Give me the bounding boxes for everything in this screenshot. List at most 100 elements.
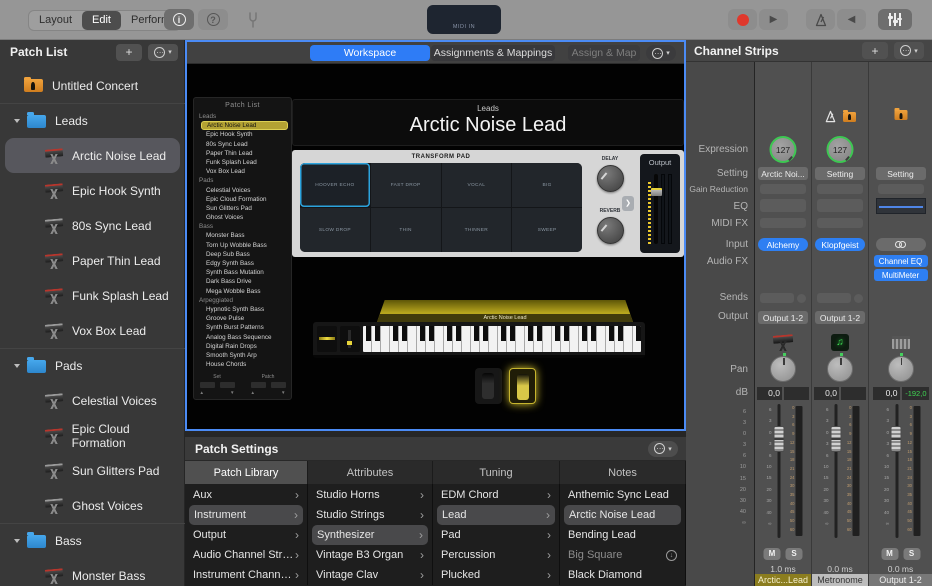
tab-assignments-mappings[interactable]: Assignments & Mappings <box>431 45 555 61</box>
library-item[interactable]: Bending Lead›↓ <box>560 525 685 545</box>
master-mute-button[interactable]: ◀ <box>837 9 866 30</box>
onscreen-patch-entry[interactable]: Hypnotic Synth Bass <box>194 305 291 314</box>
set-up-arrow-icon[interactable]: ▲ <box>200 390 204 395</box>
set-down-arrow-icon[interactable]: ▼ <box>230 390 234 395</box>
onscreen-patch-entry[interactable]: Digital Rain Drops <box>194 342 291 351</box>
patch-list-row[interactable]: Bass <box>0 523 185 558</box>
pitch-wheel[interactable] <box>317 326 337 352</box>
help-button[interactable]: ? <box>198 9 228 30</box>
record-button[interactable] <box>728 9 757 30</box>
set-button-a[interactable] <box>200 382 215 388</box>
disclosure-triangle-icon[interactable] <box>14 539 20 543</box>
tab-workspace[interactable]: Workspace <box>310 45 430 61</box>
transform-pad-cell[interactable]: THINNER <box>442 208 512 252</box>
library-item[interactable]: Vintage Clav›↓ <box>308 565 432 585</box>
patch-list-row[interactable]: Sun Glitters Pad <box>0 453 185 488</box>
library-item[interactable]: Plucked›↓ <box>433 565 559 585</box>
tuner-button[interactable] <box>238 9 268 30</box>
patch-list-row[interactable]: Vox Box Lead <box>0 313 185 348</box>
onscreen-patch-entry[interactable]: Arpeggiated <box>194 296 291 305</box>
output-fader[interactable] <box>654 174 658 244</box>
library-item[interactable]: Instrument›↓ <box>189 505 303 525</box>
workspace-action-menu-button[interactable]: ▾ <box>646 45 676 61</box>
play-button[interactable]: ▶ <box>759 9 788 30</box>
library-item[interactable]: EDM Chord›↓ <box>433 485 559 505</box>
onscreen-patch-entry[interactable]: Arctic Noise Lead <box>201 121 288 130</box>
onscreen-patch-entry[interactable]: Dark Bass Drive <box>194 277 291 286</box>
patch-list-row[interactable]: Epic Hook Synth <box>0 173 185 208</box>
add-patch-button[interactable]: + <box>116 44 142 61</box>
onscreen-patch-entry[interactable]: Leads <box>194 112 291 121</box>
library-item[interactable]: Black Diamond›↓ <box>560 565 685 585</box>
strip-name[interactable]: Arctic...Lead <box>755 574 811 586</box>
delay-knob[interactable] <box>597 165 624 192</box>
onscreen-patch-entry[interactable]: Sun Glitters Pad <box>194 204 291 213</box>
expression-knob[interactable]: 127 <box>827 136 854 163</box>
onscreen-patch-entry[interactable]: House Chords <box>194 360 291 369</box>
patch-list-row[interactable]: Epic Cloud Formation <box>0 418 185 453</box>
disclosure-triangle-icon[interactable] <box>14 364 20 368</box>
eq-thumbnail[interactable] <box>876 198 926 214</box>
library-item[interactable]: Output›↓ <box>185 525 307 545</box>
transform-pad-cell[interactable]: BIG <box>512 163 582 207</box>
onscreen-patch-entry[interactable]: Pads <box>194 176 291 185</box>
piano-keys[interactable] <box>363 326 641 352</box>
patch-list-row[interactable]: Monster Bass <box>0 558 185 586</box>
audio-fx-channel-eq-button[interactable]: Channel EQ <box>874 255 928 267</box>
sends-slot[interactable] <box>760 293 806 303</box>
fader-track[interactable] <box>773 404 785 538</box>
fader-track[interactable] <box>830 404 842 538</box>
transform-pad-cell[interactable]: THIN <box>371 208 441 252</box>
patch-list-row[interactable]: Paper Thin Lead <box>0 243 185 278</box>
mute-button[interactable]: M <box>881 548 898 560</box>
library-item[interactable]: Synthesizer›↓ <box>312 525 428 545</box>
db-value[interactable]: 0,0 <box>814 387 839 400</box>
library-item[interactable]: Studio Horns›↓ <box>308 485 432 505</box>
mute-button[interactable]: M <box>764 548 781 560</box>
db-value[interactable]: 0,0 <box>873 387 900 400</box>
disclosure-triangle-icon[interactable] <box>14 119 20 123</box>
patch-list-row[interactable]: Ghost Voices <box>0 488 185 523</box>
pedal-1[interactable] <box>475 368 502 404</box>
set-button-b[interactable] <box>220 382 235 388</box>
eq-slot[interactable] <box>817 199 863 212</box>
onscreen-patch-entry[interactable]: Paper Thin Lead <box>194 149 291 158</box>
edit-mode-button[interactable]: Edit <box>82 11 121 30</box>
onscreen-patch-entry[interactable]: Mega Wobble Bass <box>194 287 291 296</box>
layout-mode-button[interactable]: Layout <box>29 11 82 30</box>
onscreen-patch-entry[interactable]: Epic Hook Synth <box>194 130 291 139</box>
setting-button[interactable]: Arctic Noi... <box>758 167 808 180</box>
onscreen-patch-entry[interactable]: Torn Up Wobble Bass <box>194 241 291 250</box>
onscreen-patch-entry[interactable]: 80s Sync Lead <box>194 140 291 149</box>
fader-cap[interactable] <box>773 426 784 452</box>
onscreen-patch-entry[interactable]: Synth Burst Patterns <box>194 323 291 332</box>
onscreen-patch-entry[interactable]: Monster Bass <box>194 231 291 240</box>
library-item[interactable]: Arctic Noise Lead›↓ <box>564 505 681 525</box>
solo-button[interactable]: S <box>786 548 803 560</box>
transform-pad-cell[interactable]: SWEEP <box>512 208 582 252</box>
gain-reduction-slot[interactable] <box>817 184 863 194</box>
midi-fx-slot[interactable] <box>817 218 863 228</box>
metronome-button[interactable] <box>806 9 835 30</box>
transform-pad-cell[interactable]: SLOW DROP <box>300 208 370 252</box>
onscreen-patch-entry[interactable]: Funk Splash Lead <box>194 158 291 167</box>
input-plugin-button[interactable]: Alchemy <box>758 238 808 251</box>
setting-button[interactable]: Setting <box>815 167 865 180</box>
patch-up-arrow-icon[interactable]: ▲ <box>251 390 255 395</box>
patch-button-b[interactable] <box>271 382 286 388</box>
setting-button[interactable]: Setting <box>876 167 926 180</box>
gain-reduction-slot[interactable] <box>878 184 924 194</box>
strip-name[interactable]: Metronome <box>812 574 868 586</box>
onscreen-patch-entry[interactable]: Ghost Voices <box>194 213 291 222</box>
tab-notes[interactable]: Notes <box>560 461 686 484</box>
sends-slot[interactable] <box>817 293 863 303</box>
mod-wheel[interactable] <box>340 326 360 352</box>
next-page-button[interactable]: ❯ <box>622 196 634 211</box>
pan-knob[interactable] <box>827 356 853 382</box>
library-item[interactable]: Aux›↓ <box>185 485 307 505</box>
library-item[interactable]: Studio Strings›↓ <box>308 505 432 525</box>
fader-track[interactable] <box>890 404 902 538</box>
onscreen-patch-entry[interactable]: Deep Sub Bass <box>194 250 291 259</box>
patch-button-a[interactable] <box>251 382 266 388</box>
pedal-2-active[interactable] <box>509 368 536 404</box>
